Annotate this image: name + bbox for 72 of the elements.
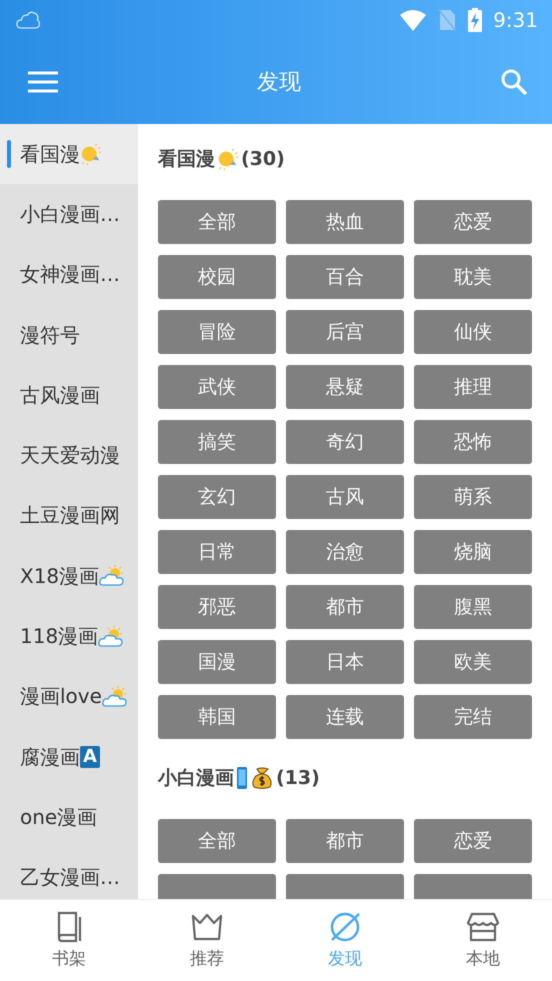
category-tag[interactable]: 冒险 bbox=[158, 310, 276, 354]
category-tag[interactable]: 百合 bbox=[286, 255, 404, 299]
section-count: (13) bbox=[276, 767, 320, 789]
menu-icon[interactable] bbox=[28, 71, 58, 93]
sun-cloud-icon bbox=[102, 686, 128, 708]
category-tag[interactable]: 治愈 bbox=[286, 530, 404, 574]
page-title: 发现 bbox=[257, 69, 301, 97]
planet-icon bbox=[328, 911, 362, 943]
category-tag[interactable]: 欧美 bbox=[414, 640, 532, 684]
category-tag[interactable]: 推理 bbox=[414, 365, 532, 409]
section-count: (30) bbox=[241, 148, 285, 170]
sidebar-item[interactable]: 118漫画 bbox=[0, 606, 138, 667]
nav-tab[interactable]: 发现 bbox=[276, 900, 414, 981]
nav-tab[interactable]: 书架 bbox=[0, 900, 138, 981]
category-tag[interactable]: 后宫 bbox=[286, 310, 404, 354]
sidebar-item[interactable]: 天天爱动漫 bbox=[0, 425, 138, 486]
sun-cloud-icon bbox=[98, 626, 124, 648]
sidebar-item[interactable]: 小白漫画… bbox=[0, 184, 138, 245]
sidebar-item[interactable]: 漫画love bbox=[0, 666, 138, 727]
wifi-icon bbox=[399, 9, 428, 31]
lightbulb-icon bbox=[217, 148, 239, 170]
category-tag[interactable]: 校园 bbox=[158, 255, 276, 299]
category-tag[interactable]: 都市 bbox=[286, 585, 404, 629]
cloud-icon bbox=[16, 10, 41, 30]
no-sim-icon bbox=[437, 8, 458, 32]
category-tag[interactable]: 恋爱 bbox=[414, 200, 532, 244]
crown-icon bbox=[190, 911, 224, 943]
category-tag[interactable]: 恐怖 bbox=[414, 420, 532, 464]
category-tag[interactable]: 玄幻 bbox=[158, 475, 276, 519]
sidebar-item[interactable]: 乙女漫画… bbox=[0, 848, 138, 899]
sidebar-item[interactable]: 古风漫画 bbox=[0, 365, 138, 426]
category-tag[interactable]: 全部 bbox=[158, 200, 276, 244]
sidebar-item[interactable]: X18漫画 bbox=[0, 546, 138, 606]
category-tag[interactable]: 热血 bbox=[286, 200, 404, 244]
sidebar-item[interactable]: one漫画 bbox=[0, 787, 138, 848]
category-tag[interactable]: 国漫 bbox=[158, 640, 276, 684]
category-tag[interactable]: 完结 bbox=[414, 695, 532, 739]
section-title: 小白漫画 bbox=[158, 766, 234, 791]
category-tag[interactable]: 奇幻 bbox=[286, 420, 404, 464]
sidebar-item[interactable]: 腐漫画A bbox=[0, 726, 138, 788]
status-time: 9:31 bbox=[493, 8, 538, 32]
category-tag[interactable]: 仙侠 bbox=[414, 310, 532, 354]
category-tag[interactable]: 萌系 bbox=[414, 475, 532, 519]
category-tag[interactable]: 邪恶 bbox=[158, 585, 276, 629]
category-tag[interactable]: 搞笑 bbox=[158, 420, 276, 464]
nav-tab[interactable]: 推荐 bbox=[138, 900, 276, 981]
category-tag[interactable]: 日常 bbox=[158, 530, 276, 574]
category-tag[interactable]: 全部 bbox=[158, 819, 276, 863]
category-tag[interactable]: 恋爱 bbox=[414, 819, 532, 863]
sun-cloud-icon bbox=[99, 565, 126, 588]
category-tag[interactable]: 耽美 bbox=[414, 255, 532, 299]
category-tag[interactable]: 烧脑 bbox=[414, 530, 532, 574]
phone-icon bbox=[236, 766, 248, 790]
category-tag[interactable]: 韩国 bbox=[158, 695, 276, 739]
battery-icon bbox=[467, 8, 484, 32]
money-bag-icon bbox=[250, 766, 274, 790]
category-tag[interactable]: 日本 bbox=[286, 640, 404, 684]
category-tag[interactable]: 都市 bbox=[286, 819, 404, 863]
sidebar-item[interactable]: 漫符号 bbox=[0, 304, 138, 366]
category-tag[interactable]: 连载 bbox=[286, 695, 404, 739]
section-title: 看国漫 bbox=[158, 147, 215, 172]
store-icon bbox=[466, 911, 500, 943]
category-tag[interactable]: 腹黑 bbox=[414, 585, 532, 629]
search-icon[interactable] bbox=[500, 68, 528, 96]
category-tag[interactable]: 武侠 bbox=[158, 365, 276, 409]
sidebar-item[interactable]: 看国漫 bbox=[0, 124, 138, 184]
category-tag[interactable]: 悬疑 bbox=[286, 365, 404, 409]
category-tag[interactable]: 古风 bbox=[286, 475, 404, 519]
sidebar-item[interactable]: 土豆漫画网 bbox=[0, 486, 138, 546]
nav-tab[interactable]: 本地 bbox=[414, 900, 552, 981]
sidebar-item[interactable]: 女神漫画… bbox=[0, 244, 138, 305]
lightbulb-icon bbox=[80, 143, 102, 166]
